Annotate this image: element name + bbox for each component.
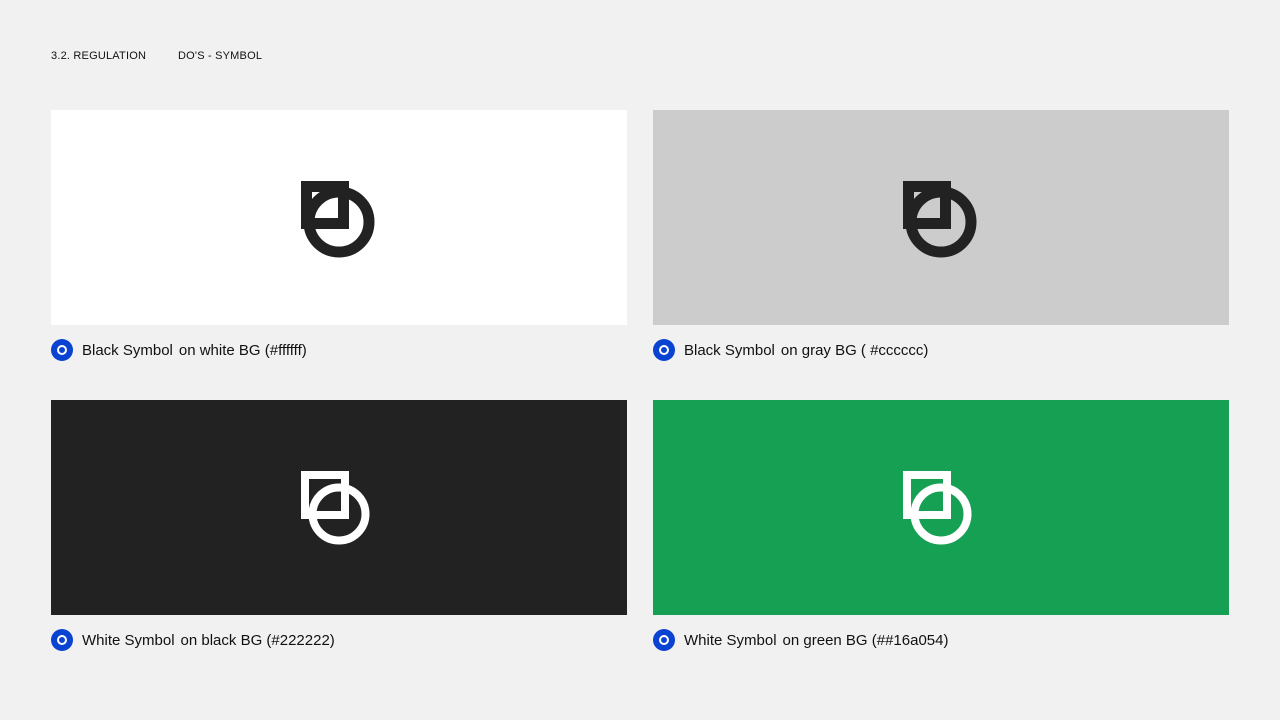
background-label: on white BG (#ffffff) <box>178 341 307 359</box>
symbol-label: White Symbol <box>82 631 175 649</box>
symbol-label: Black Symbol <box>684 341 775 359</box>
background-label: on black BG (#222222) <box>180 631 335 649</box>
brand-symbol-icon <box>903 180 977 257</box>
brand-symbol-icon <box>903 470 972 544</box>
page-header: 3.2. REGULATION DO'S - SYMBOL <box>51 50 262 62</box>
example-caption: White Symbol on black BG (#222222) <box>51 629 335 651</box>
section-number: 3.2. REGULATION <box>51 50 147 62</box>
symbol-example-panel-white <box>51 110 627 325</box>
check-circle-icon <box>51 339 73 361</box>
check-circle-icon <box>51 629 73 651</box>
brand-symbol-icon <box>301 180 375 257</box>
page-title: DO'S - SYMBOL <box>178 50 263 62</box>
check-circle-icon <box>653 339 675 361</box>
background-label: on gray BG ( #cccccc) <box>780 341 929 359</box>
symbol-label: White Symbol <box>684 631 777 649</box>
example-caption: Black Symbol on gray BG ( #cccccc) <box>653 339 928 361</box>
example-caption: White Symbol on green BG (##16a054) <box>653 629 948 651</box>
brand-symbol-icon <box>301 470 370 544</box>
symbol-example-panel-gray <box>653 110 1229 325</box>
symbol-label: Black Symbol <box>82 341 173 359</box>
symbol-example-panel-black <box>51 400 627 615</box>
symbol-example-panel-green <box>653 400 1229 615</box>
example-caption: Black Symbol on white BG (#ffffff) <box>51 339 307 361</box>
background-label: on green BG (##16a054) <box>782 631 949 649</box>
check-circle-icon <box>653 629 675 651</box>
